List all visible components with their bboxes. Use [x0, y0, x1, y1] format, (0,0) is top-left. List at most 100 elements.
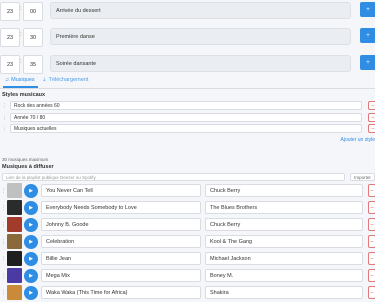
hours-input[interactable]: 23: [0, 2, 20, 21]
drag-handle-icon[interactable]: ⋮: [1, 188, 6, 194]
add-event-button[interactable]: +: [360, 55, 375, 70]
minus-icon: –: [371, 114, 375, 121]
drag-handle-icon[interactable]: ⋮: [1, 273, 6, 279]
play-icon: ▶: [29, 205, 33, 211]
song-row: ⋮ ▶ Waka Waka (This Time for Africa) Shakir…: [0, 285, 375, 301]
schedule-row: 23 : 35 Soirée dansante +: [0, 55, 375, 75]
time-separator: :: [20, 32, 22, 38]
play-icon: ▶: [29, 188, 33, 194]
max-songs-label: 30 musiques maximum: [2, 157, 49, 162]
style-input[interactable]: Rock des années 60: [10, 101, 362, 110]
drag-handle-icon[interactable]: ⋮: [2, 103, 7, 109]
play-icon: ▶: [29, 273, 33, 279]
plus-icon: +: [366, 6, 370, 13]
minus-icon: –: [370, 272, 374, 279]
minus-icon: –: [371, 125, 375, 132]
song-row: ⋮ ▶ Johnny B. Goode Chuck Berry –: [0, 217, 375, 233]
play-button[interactable]: ▶: [24, 218, 38, 232]
minus-icon: –: [370, 221, 374, 228]
album-art: [7, 268, 22, 283]
styles-heading: Styles musicaux: [2, 92, 46, 98]
album-art: [7, 200, 22, 215]
tab-label: Musiques: [11, 77, 35, 83]
album-art: [7, 217, 22, 232]
time-separator: :: [20, 59, 22, 65]
style-input[interactable]: Année 70 / 80: [10, 113, 362, 122]
song-title-input[interactable]: Waka Waka (This Time for Africa): [41, 286, 201, 299]
song-artist-input[interactable]: Michael Jackson: [205, 252, 363, 265]
playlist-link-input[interactable]: Lien de la playlist publique Deezer ou S…: [2, 173, 345, 181]
plus-icon: +: [366, 32, 370, 39]
song-artist-input[interactable]: Chuck Berry: [205, 218, 363, 231]
song-row: ⋮ ▶ Billie Jean Michael Jackson –: [0, 251, 375, 267]
delete-song-button[interactable]: –: [368, 235, 375, 248]
add-event-button[interactable]: +: [360, 28, 375, 43]
import-button[interactable]: Importer: [350, 173, 375, 181]
song-artist-input[interactable]: Boney M.: [205, 269, 363, 282]
delete-song-button[interactable]: –: [368, 286, 375, 299]
delete-style-button[interactable]: –: [368, 124, 375, 133]
song-title-input[interactable]: Mega Mix: [41, 269, 201, 282]
song-title-input[interactable]: Celebration: [41, 235, 201, 248]
minus-icon: –: [370, 204, 374, 211]
song-artist-input[interactable]: Chuck Berry: [205, 184, 363, 197]
add-style-link[interactable]: Ajouter un style: [341, 137, 375, 143]
event-title-input[interactable]: Première danse: [50, 28, 351, 45]
minus-icon: –: [371, 102, 375, 109]
song-row: ⋮ ▶ You Never Can Tell Chuck Berry –: [0, 183, 375, 199]
song-artist-input[interactable]: The Blues Brothers: [205, 201, 363, 214]
tab-label: Téléchargement: [48, 77, 89, 83]
song-row: ⋮ ▶ Everybody Needs Somebody to Love The Bl…: [0, 200, 375, 216]
play-button[interactable]: ▶: [24, 286, 38, 300]
delete-style-button[interactable]: –: [368, 113, 375, 122]
play-icon: ▶: [29, 256, 33, 262]
delete-song-button[interactable]: –: [368, 218, 375, 231]
minutes-input[interactable]: 35: [23, 55, 43, 74]
song-title-input[interactable]: Everybody Needs Somebody to Love: [41, 201, 201, 214]
song-title-input[interactable]: Johnny B. Goode: [41, 218, 201, 231]
hours-input[interactable]: 23: [0, 28, 20, 47]
drag-handle-icon[interactable]: ⋮: [1, 239, 6, 245]
song-artist-input[interactable]: Shakira: [205, 286, 363, 299]
minus-icon: –: [370, 255, 374, 262]
add-event-button[interactable]: +: [360, 2, 375, 17]
delete-song-button[interactable]: –: [368, 252, 375, 265]
download-icon: ⇣: [42, 77, 47, 83]
style-row: ⋮ Rock des années 60 –: [2, 101, 375, 111]
minus-icon: –: [370, 289, 374, 296]
style-row: ⋮ Année 70 / 80 –: [2, 113, 375, 123]
play-button[interactable]: ▶: [24, 235, 38, 249]
drag-handle-icon[interactable]: ⋮: [1, 256, 6, 262]
play-button[interactable]: ▶: [24, 201, 38, 215]
event-title-input[interactable]: Soirée dansante: [50, 55, 351, 72]
hours-input[interactable]: 23: [0, 55, 20, 74]
song-title-input[interactable]: Billie Jean: [41, 252, 201, 265]
play-icon: ▶: [29, 239, 33, 245]
tab-telechargement[interactable]: ⇣ Téléchargement: [42, 77, 88, 83]
music-icon: ♫: [5, 77, 10, 83]
drag-handle-icon[interactable]: ⋮: [1, 205, 6, 211]
play-button[interactable]: ▶: [24, 184, 38, 198]
play-icon: ▶: [29, 290, 33, 296]
event-title-input[interactable]: Arrivée du dessert: [50, 2, 351, 19]
album-art: [7, 251, 22, 266]
play-button[interactable]: ▶: [24, 269, 38, 283]
delete-style-button[interactable]: –: [368, 101, 375, 110]
minutes-input[interactable]: 30: [23, 28, 43, 47]
delete-song-button[interactable]: –: [368, 201, 375, 214]
style-input[interactable]: Musiques actuelles: [10, 124, 362, 133]
song-title-input[interactable]: You Never Can Tell: [41, 184, 201, 197]
drag-handle-icon[interactable]: ⋮: [1, 222, 6, 228]
style-row: ⋮ Musiques actuelles –: [2, 124, 375, 134]
drag-handle-icon[interactable]: ⋮: [1, 290, 6, 296]
drag-handle-icon[interactable]: ⋮: [2, 126, 7, 132]
song-artist-input[interactable]: Kool & The Gang: [205, 235, 363, 248]
minus-icon: –: [370, 238, 374, 245]
delete-song-button[interactable]: –: [368, 269, 375, 282]
drag-handle-icon[interactable]: ⋮: [2, 115, 7, 121]
delete-song-button[interactable]: –: [368, 184, 375, 197]
schedule-row: 23 : 30 Première danse +: [0, 28, 375, 48]
play-button[interactable]: ▶: [24, 252, 38, 266]
tab-musiques[interactable]: ♫ Musiques: [5, 77, 35, 83]
minutes-input[interactable]: 00: [23, 2, 43, 21]
